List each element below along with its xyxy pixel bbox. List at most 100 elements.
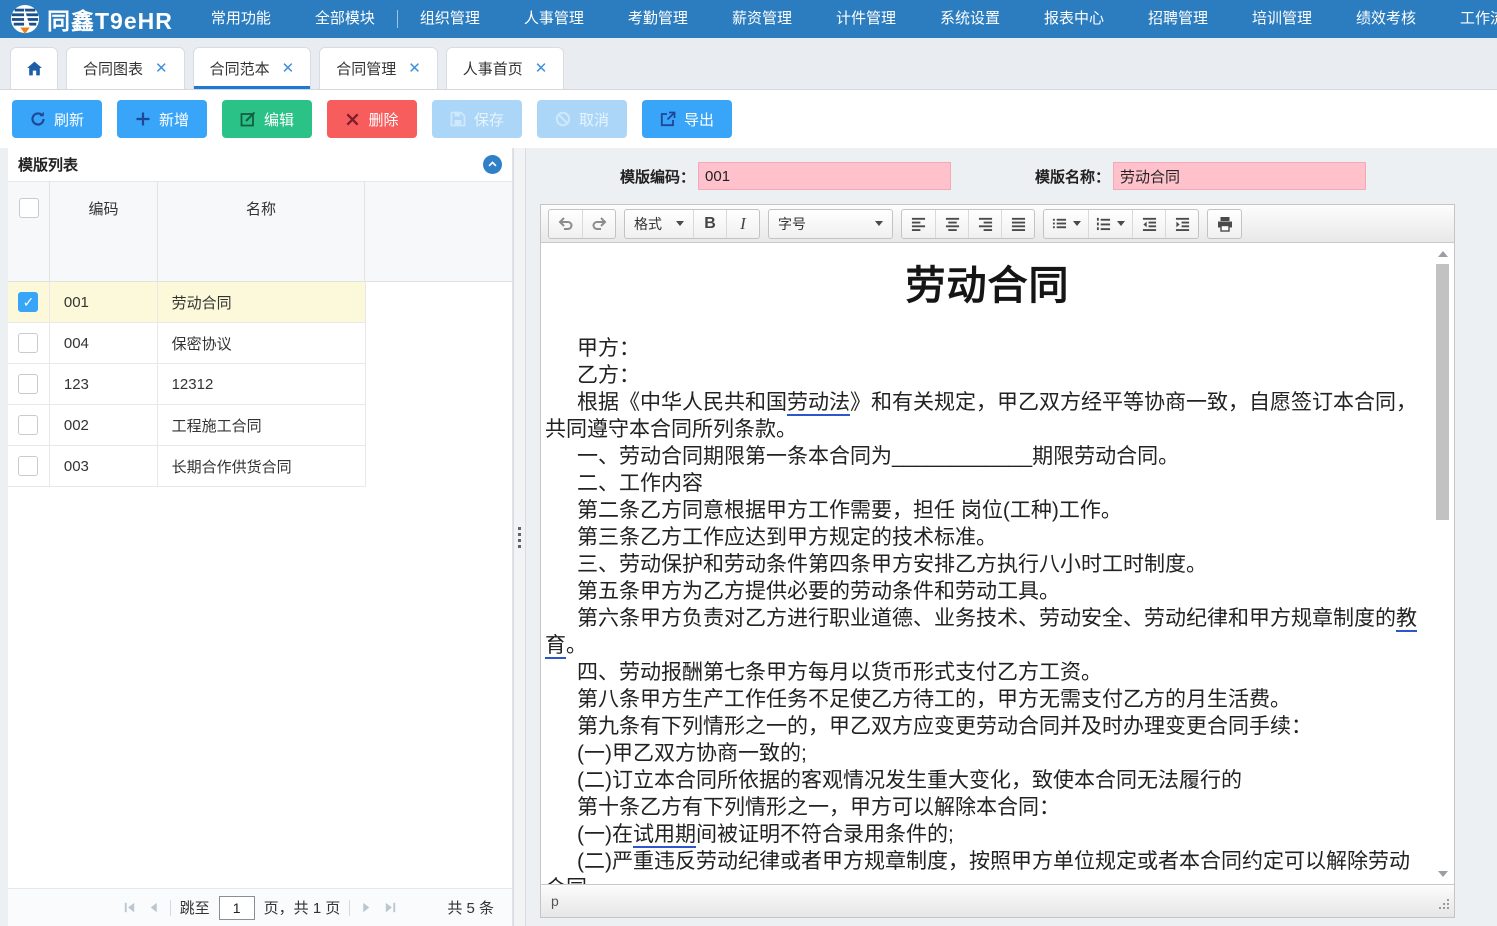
align-left-button[interactable] [902,210,935,238]
row-checkbox[interactable] [18,333,38,353]
nav-item-9[interactable]: 招聘管理 [1126,0,1230,38]
nav-item-5[interactable]: 薪资管理 [710,0,814,38]
refresh-button[interactable]: 刷新 [12,100,102,138]
nav-item-3[interactable]: 人事管理 [502,0,606,38]
numbered-list-button[interactable] [1088,210,1132,238]
document-text: 第六条甲方负责对乙方进行职业道德、业务技术、劳动安全、劳动纪律和甲方规章制度的 [577,607,1396,630]
cancel-button[interactable]: 取消 [537,100,627,138]
nav-item-12[interactable]: 工作流程 [1438,0,1497,38]
bold-button[interactable]: B [693,210,726,238]
element-path-label: p [551,893,559,909]
document-text: (一)甲乙双方协商一致的; [577,742,807,765]
row-checkbox[interactable] [18,415,38,435]
editor-status-bar: p [541,884,1454,917]
row-checkbox[interactable] [18,374,38,394]
add-button[interactable]: 新增 [117,100,207,138]
print-button[interactable] [1208,210,1241,238]
document-text: (二)严重违反劳动纪律或者甲方规章制度，按照甲方单位规定或者本合同约定可以解除劳… [545,850,1410,884]
close-icon[interactable]: ✕ [282,61,295,76]
nav-item-2[interactable]: 组织管理 [398,0,502,38]
align-center-button[interactable] [935,210,968,238]
nav-item-6[interactable]: 计件管理 [814,0,918,38]
table-row[interactable]: 12312312 [8,364,366,405]
scroll-down-button[interactable] [1436,867,1449,880]
total-records-label: 共 5 条 [447,897,494,918]
delete-label: 删除 [368,109,398,130]
nav-item-7[interactable]: 系统设置 [918,0,1022,38]
nav-item-10[interactable]: 培训管理 [1230,0,1334,38]
table-row[interactable]: ✓001劳动合同 [8,282,366,323]
delete-x-icon [345,112,360,127]
fontsize-dropdown-label: 字号 [778,214,806,234]
bullet-list-button[interactable] [1044,210,1088,238]
chevron-up-icon [487,159,498,170]
first-page-icon [122,900,137,915]
panel-title: 模版列表 [18,154,78,175]
table-row[interactable]: 002工程施工合同 [8,405,366,446]
first-page-button[interactable] [122,900,137,915]
document-paragraph: 一、劳动合同期限第一条本合同为____________期限劳动合同。 [545,443,1430,470]
redo-button[interactable] [582,210,615,238]
scroll-up-button[interactable] [1436,247,1449,260]
close-icon[interactable]: ✕ [155,61,168,76]
tab-1[interactable]: 合同范本✕ [193,47,312,89]
template-code-input[interactable] [698,162,951,190]
save-icon [450,111,466,127]
table-row[interactable]: 003长期合作供货合同 [8,446,366,487]
close-icon[interactable]: ✕ [408,61,421,76]
delete-button[interactable]: 删除 [327,100,417,138]
panel-splitter[interactable] [513,148,526,926]
save-button[interactable]: 保存 [432,100,522,138]
indent-button[interactable] [1165,210,1198,238]
document-text: 乙方： [577,364,640,387]
document-paragraph: (一)在试用期间被证明不符合录用条件的; [545,821,1430,848]
resize-grip[interactable] [1438,897,1450,913]
row-checkbox-cell [8,364,50,404]
document-text: 间被证明不符合录用条件的; [696,823,954,846]
document-editable-area[interactable]: 劳动合同 甲方：乙方：根据《中华人民共和国劳动法》和有关规定，甲乙双方经平等协商… [545,243,1430,884]
select-all-checkbox[interactable] [19,198,39,218]
row-checkbox-cell [8,405,50,445]
nav-item-8[interactable]: 报表中心 [1022,0,1126,38]
main-menu: 常用功能全部模块组织管理人事管理考勤管理薪资管理计件管理系统设置报表中心招聘管理… [189,0,1497,38]
align-right-button[interactable] [968,210,1001,238]
tab-3[interactable]: 人事首页✕ [446,47,565,89]
document-paragraph: 乙方： [545,362,1430,389]
tab-2[interactable]: 合同管理✕ [319,47,438,89]
fontsize-dropdown[interactable]: 字号 [769,210,892,238]
print-group [1207,209,1242,239]
document-paragraph: 第三条乙方工作应达到甲方规定的技术标准。 [545,524,1430,551]
nav-item-11[interactable]: 绩效考核 [1334,0,1438,38]
row-code: 123 [50,364,158,404]
nav-item-1[interactable]: 全部模块 [293,0,397,38]
italic-button[interactable]: I [726,210,759,238]
page-count-label: 页，共 1 页 [264,897,341,918]
close-icon[interactable]: ✕ [535,61,548,76]
row-checkbox[interactable] [18,456,38,476]
tab-0[interactable]: 合同图表✕ [66,47,185,89]
edit-button[interactable]: 编辑 [222,100,312,138]
row-checkbox[interactable]: ✓ [18,292,38,312]
collapse-panel-button[interactable] [483,155,502,174]
resize-grip-icon [1438,898,1450,910]
scrollbar-thumb[interactable] [1436,264,1449,520]
top-nav: 同鑫T9eHR 常用功能全部模块组织管理人事管理考勤管理薪资管理计件管理系统设置… [0,0,1497,38]
undo-button[interactable] [549,210,582,238]
justify-button[interactable] [1001,210,1034,238]
export-button[interactable]: 导出 [642,100,732,138]
template-list-panel: 模版列表 编码 名称 ✓001劳动合同004保密协议12312312002工程施… [8,148,513,926]
tab-home[interactable] [10,47,58,89]
prev-page-button[interactable] [146,900,161,915]
document-text: (二)订立本合同所依据的客观情况发生重大变化，致使本合同无法履行的 [577,769,1242,792]
template-name-input[interactable] [1113,162,1366,190]
nav-item-0[interactable]: 常用功能 [189,0,293,38]
page-number-input[interactable] [219,896,255,920]
next-page-button[interactable] [359,900,374,915]
next-page-icon [359,900,374,915]
pager-divider [349,900,350,916]
last-page-button[interactable] [383,900,398,915]
table-row[interactable]: 004保密协议 [8,323,366,364]
format-dropdown[interactable]: 格式 [625,210,693,238]
outdent-button[interactable] [1132,210,1165,238]
nav-item-4[interactable]: 考勤管理 [606,0,710,38]
